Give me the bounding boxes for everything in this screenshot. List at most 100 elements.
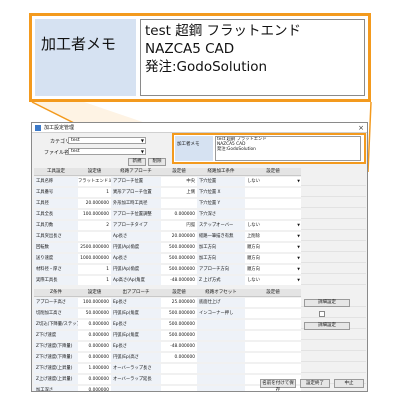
cell-text: 2500.000000 <box>80 245 109 250</box>
row-value[interactable] <box>161 386 197 391</box>
row-label: Z下げ速度(下降量) <box>34 342 78 351</box>
row-value[interactable] <box>245 199 301 208</box>
row-value[interactable]: しない ▼ <box>245 221 301 230</box>
new-button[interactable]: 新規 <box>128 158 146 166</box>
row-label: 経路一筆描き有無 <box>197 232 245 241</box>
finish-button[interactable]: 設定終了 <box>300 379 330 388</box>
row-value[interactable]: 0.000000 <box>78 342 111 351</box>
row-value[interactable]: 1 <box>78 276 111 285</box>
cell-text: 底面仕上げ <box>199 300 221 305</box>
cell-text: 下穴位置 <box>199 179 217 184</box>
cell-text: しない <box>247 278 260 283</box>
row-value[interactable]: 500.000000 <box>161 265 197 274</box>
row-value[interactable]: 500.000000 <box>161 243 197 252</box>
row-value[interactable]: 1.000000 <box>78 364 111 373</box>
row-value[interactable] <box>245 298 301 307</box>
table-row: 工具突出長さ Ap長さ 20.000000 経路一筆描き有無 上削除 ▼ <box>34 232 366 241</box>
cell-text: オーバーラップ長さ <box>113 366 152 371</box>
chevron-down-icon: ▼ <box>297 234 300 238</box>
row-value[interactable] <box>245 210 301 219</box>
row-value[interactable]: 円弧 <box>161 221 197 230</box>
row-value[interactable]: 0.000000 <box>78 331 111 340</box>
row-value[interactable] <box>161 364 197 373</box>
row-value[interactable]: 500.000000 <box>161 309 197 318</box>
row-value[interactable]: -48.000000 <box>161 276 197 285</box>
row-value[interactable]: 1 <box>78 265 111 274</box>
row-value[interactable]: 100.000000 <box>78 210 111 219</box>
row-value[interactable] <box>245 309 301 318</box>
cell-text: 500.000000 <box>169 333 195 338</box>
cancel-button[interactable]: 中止 <box>334 379 364 388</box>
row-value[interactable]: 1000.000000 <box>78 254 111 263</box>
delete-button[interactable]: 削除 <box>148 158 166 166</box>
s1-header: 経路アプローチ <box>111 168 161 176</box>
row-value[interactable]: 20.000000 <box>78 199 111 208</box>
window-title: 加工設定管理 <box>44 125 75 131</box>
cell-text: アプローチ方向 <box>199 267 230 272</box>
row-value[interactable]: 上削除 ▼ <box>245 232 301 241</box>
row-value[interactable]: フラットエンドミル <box>78 177 111 186</box>
row-value[interactable] <box>245 320 301 329</box>
close-icon[interactable]: × <box>358 123 364 133</box>
row-value[interactable]: 0.000000 <box>78 320 111 329</box>
row-value[interactable]: 順方向 ▼ <box>245 243 301 252</box>
s1-header: 設定値 <box>78 168 111 176</box>
chevron-down-icon: ▼ <box>297 245 300 249</box>
row-value[interactable]: 500.000000 <box>161 320 197 329</box>
row-value[interactable]: しない ▼ <box>245 276 301 285</box>
row-value[interactable]: 20.000000 <box>161 232 197 241</box>
row-label: 下穴位置 <box>197 177 245 186</box>
row-value[interactable] <box>245 188 301 197</box>
row-value[interactable] <box>245 342 301 351</box>
row-label: インコーナー押し <box>197 309 245 318</box>
cell-text: しない <box>247 179 260 184</box>
row-value[interactable]: 2500.000000 <box>78 243 111 252</box>
row-value[interactable]: 100.000000 <box>78 298 111 307</box>
row-value[interactable]: 順方向 ▼ <box>245 265 301 274</box>
row-value[interactable]: 500.000000 <box>161 331 197 340</box>
cell-text: 0.000000 <box>88 344 109 349</box>
row-value[interactable]: 50.000000 <box>78 309 111 318</box>
row-value[interactable]: 上側 <box>161 188 197 197</box>
cell-text: 0.000000 <box>174 355 195 360</box>
row-value[interactable]: 0.000000 <box>161 353 197 362</box>
filename-select[interactable]: test ▼ <box>68 148 146 155</box>
row-value[interactable]: 2 <box>78 221 111 230</box>
checkbox[interactable] <box>319 311 325 317</box>
table-row: 工具全長 100.000000 アプローチ位置調整 0.000000 下穴深さ <box>34 210 366 219</box>
row-value[interactable]: 中央 <box>161 177 197 186</box>
row-value[interactable]: -48.000000 <box>161 342 197 351</box>
cell-text: 中央 <box>186 179 195 184</box>
zoom-memo-text[interactable]: test 超鋼 フラットエンド NAZCA5 CAD 発注:GodoSoluti… <box>140 19 365 96</box>
row-label: Ap長さ <box>111 232 161 241</box>
s2-header: Z条件 <box>34 289 78 297</box>
row-label <box>197 386 245 391</box>
row-value[interactable]: 0.000000 <box>78 375 111 384</box>
row-value[interactable]: 25.000000 <box>161 298 197 307</box>
row-value[interactable]: 500.000000 <box>161 254 197 263</box>
row-value[interactable]: 順方向 ▼ <box>245 254 301 263</box>
memo-textarea[interactable]: test 超鋼 フラットエンド NAZCA5 CAD 発注:GodoSoluti… <box>215 136 361 161</box>
row-label: Z上げ速度(上昇量) <box>34 375 78 384</box>
row-value[interactable] <box>245 331 301 340</box>
row-value[interactable]: 0.000000 <box>78 353 111 362</box>
detail-settings-button[interactable]: 詳細設定 <box>304 299 350 307</box>
category-select[interactable]: test ▼ <box>68 137 146 144</box>
row-label: 下穴位置 Y <box>197 199 245 208</box>
row-label <box>197 353 245 362</box>
row-value[interactable]: 1 <box>78 188 111 197</box>
row-value[interactable]: 0.000000 <box>78 386 111 391</box>
detail-settings-button-2[interactable]: 詳細設定 <box>304 322 350 330</box>
row-value[interactable] <box>245 353 301 362</box>
row-value[interactable]: しない ▼ <box>245 177 301 186</box>
row-value[interactable] <box>78 232 111 241</box>
row-value[interactable]: 0.000000 <box>161 210 197 219</box>
row-value[interactable] <box>161 199 197 208</box>
row-label: 実際工具長 <box>34 276 78 285</box>
row-label: Z 上げ方式 <box>197 276 245 285</box>
save-as-button[interactable]: 名前を付けて保存 <box>260 379 296 391</box>
cell-text: Ap長さ <box>113 256 128 261</box>
row-value[interactable] <box>161 375 197 384</box>
row-value[interactable] <box>245 364 301 373</box>
row-label: 下穴深さ <box>197 210 245 219</box>
